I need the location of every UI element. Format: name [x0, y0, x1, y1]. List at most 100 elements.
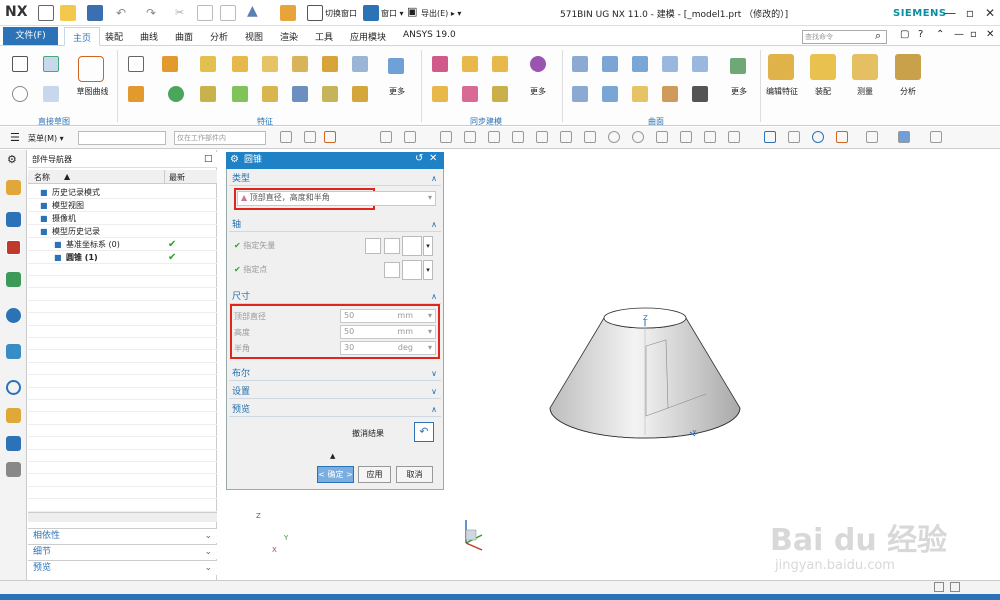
analysis-icon[interactable] — [895, 54, 921, 80]
status-icon-1[interactable] — [934, 582, 944, 592]
undo-result-button[interactable]: ↶ — [414, 422, 434, 442]
undo-icon[interactable]: ↶ — [116, 6, 126, 20]
collapse-dialog-icon[interactable]: ▲ — [330, 452, 335, 460]
height-input[interactable]: 50 mm ▾ — [340, 325, 436, 339]
thicken-icon[interactable] — [232, 86, 248, 102]
col-name-header[interactable]: 名称 — [34, 172, 50, 183]
line-icon[interactable] — [536, 131, 548, 143]
switch-window-label[interactable]: 切换窗口 — [325, 8, 357, 19]
section-axis[interactable]: 轴 ∧ — [229, 218, 441, 232]
draft-icon[interactable] — [352, 56, 368, 72]
box-select-icon[interactable] — [404, 131, 416, 143]
sketch-curve-icon[interactable] — [78, 56, 104, 82]
help-icon[interactable]: ? — [918, 29, 923, 40]
section-dimensions[interactable]: 尺寸 ∧ — [229, 290, 441, 304]
sweep-icon[interactable] — [200, 86, 216, 102]
redo-icon[interactable]: ↷ — [146, 6, 156, 20]
cut-icon[interactable]: ✂ — [175, 6, 184, 19]
restore-button[interactable]: ▫ — [962, 5, 978, 21]
selection-icon[interactable] — [304, 131, 316, 143]
navigator-hscrollbar[interactable] — [28, 512, 217, 522]
point-on-face-icon[interactable] — [680, 131, 692, 143]
fold-details[interactable]: 细节 ⌄ — [28, 544, 217, 559]
bounded-grid-icon[interactable] — [704, 131, 716, 143]
render-style-icon[interactable] — [866, 131, 878, 143]
move-face-icon[interactable] — [432, 56, 448, 72]
studio-surface-icon[interactable] — [662, 56, 678, 72]
trim-sheet-icon[interactable] — [662, 86, 678, 102]
trim-body-icon[interactable] — [292, 86, 308, 102]
menu-button[interactable]: 菜单(M) ▾ — [28, 133, 64, 144]
reuse-library-icon[interactable] — [6, 272, 21, 287]
patch-icon[interactable] — [730, 58, 746, 74]
cone-model[interactable] — [549, 307, 741, 439]
doc-close-icon[interactable]: ✕ — [986, 29, 994, 40]
open-folder-icon[interactable] — [60, 5, 76, 21]
datum-plane-icon[interactable] — [128, 56, 144, 72]
nav-row-datum-csys[interactable]: ■ 基准坐标系 (0) ✔ — [28, 238, 217, 251]
nav-row-model-views[interactable]: ■ 模型视图 — [28, 199, 217, 212]
control-point-icon[interactable] — [488, 131, 500, 143]
shell-icon[interactable] — [352, 86, 368, 102]
endpoint-icon[interactable] — [440, 131, 452, 143]
nav-row-history-mode[interactable]: ■ 历史记录模式 — [28, 186, 217, 199]
paste-icon[interactable] — [220, 5, 236, 21]
extrude-icon[interactable] — [162, 56, 178, 72]
point-dropdown[interactable]: ▾ — [423, 260, 433, 280]
nav-row-cameras[interactable]: ■ 摄像机 — [28, 212, 217, 225]
select-feature-icon[interactable] — [324, 131, 336, 143]
more-feature-icon[interactable] — [388, 58, 404, 74]
cancel-button[interactable]: 取消 — [396, 466, 433, 483]
edit-feature-label[interactable]: 编辑特征 — [762, 86, 802, 97]
window-icon[interactable] — [363, 5, 379, 21]
nav-row-cone-feature[interactable]: ■ 圆锥 (1) ✔ — [28, 251, 217, 264]
tab-tools[interactable]: 工具 — [315, 30, 333, 43]
sketch-task-icon[interactable] — [43, 56, 59, 72]
circle-center-icon[interactable] — [608, 131, 620, 143]
close-button[interactable]: ✕ — [982, 5, 998, 21]
analysis-label[interactable]: 分析 — [895, 86, 921, 97]
shaded-view-icon[interactable] — [898, 131, 910, 143]
orient-view-icon[interactable] — [836, 131, 848, 143]
tab-surface[interactable]: 曲面 — [175, 30, 193, 43]
pattern-icon[interactable] — [322, 56, 338, 72]
save-icon[interactable] — [87, 5, 103, 21]
gear-icon[interactable]: ⚙ — [230, 154, 239, 165]
nav-row-model-history[interactable]: ■ 模型历史记录 — [28, 225, 217, 238]
chamfer-icon[interactable] — [322, 86, 338, 102]
fit-view-icon[interactable] — [764, 131, 776, 143]
export-menu[interactable]: 导出(E) ▸ ▾ — [421, 8, 461, 19]
section-settings[interactable]: 设置 ∨ — [229, 385, 441, 399]
part-navigator-icon[interactable] — [6, 240, 21, 255]
circle-icon[interactable] — [12, 86, 28, 102]
revolve-icon[interactable] — [200, 56, 216, 72]
minimize-button[interactable]: — — [942, 5, 958, 21]
bounded-plane-icon[interactable] — [602, 86, 618, 102]
delete-face-icon[interactable] — [432, 86, 448, 102]
more-sync-label[interactable]: 更多 — [526, 86, 550, 97]
existing-point-icon[interactable] — [656, 131, 668, 143]
block-icon[interactable] — [232, 56, 248, 72]
rotate-icon[interactable] — [812, 131, 824, 143]
assembly-label[interactable]: 装配 — [810, 86, 836, 97]
switch-window-icon[interactable] — [307, 5, 323, 21]
assembly-icon[interactable] — [810, 54, 836, 80]
vector-dropdown[interactable]: ▾ — [423, 236, 433, 256]
assembly-navigator-icon[interactable] — [6, 180, 21, 195]
extrude-plane-icon[interactable] — [43, 86, 59, 102]
edge-blend-icon[interactable] — [262, 86, 278, 102]
midpoint-icon[interactable] — [464, 131, 476, 143]
type-select[interactable]: ▲ 顶部直径，高度和半角 ▾ — [237, 191, 436, 206]
doc-restore-icon[interactable]: ▫ — [970, 29, 977, 40]
resize-blend-icon[interactable] — [462, 86, 478, 102]
extend-sheet-icon[interactable] — [692, 86, 708, 102]
window-menu[interactable]: 窗口 ▾ — [381, 8, 404, 19]
more-feature-label[interactable]: 更多 — [385, 86, 409, 97]
vector-dialog-icon[interactable] — [384, 238, 400, 254]
cylinder-icon[interactable] — [128, 86, 144, 102]
file-menu[interactable]: 文件(F) — [3, 27, 58, 45]
roles-icon[interactable] — [6, 462, 21, 477]
layer-icon[interactable] — [930, 131, 942, 143]
snap-settings-icon[interactable] — [728, 131, 740, 143]
offset-region-icon[interactable] — [492, 56, 508, 72]
